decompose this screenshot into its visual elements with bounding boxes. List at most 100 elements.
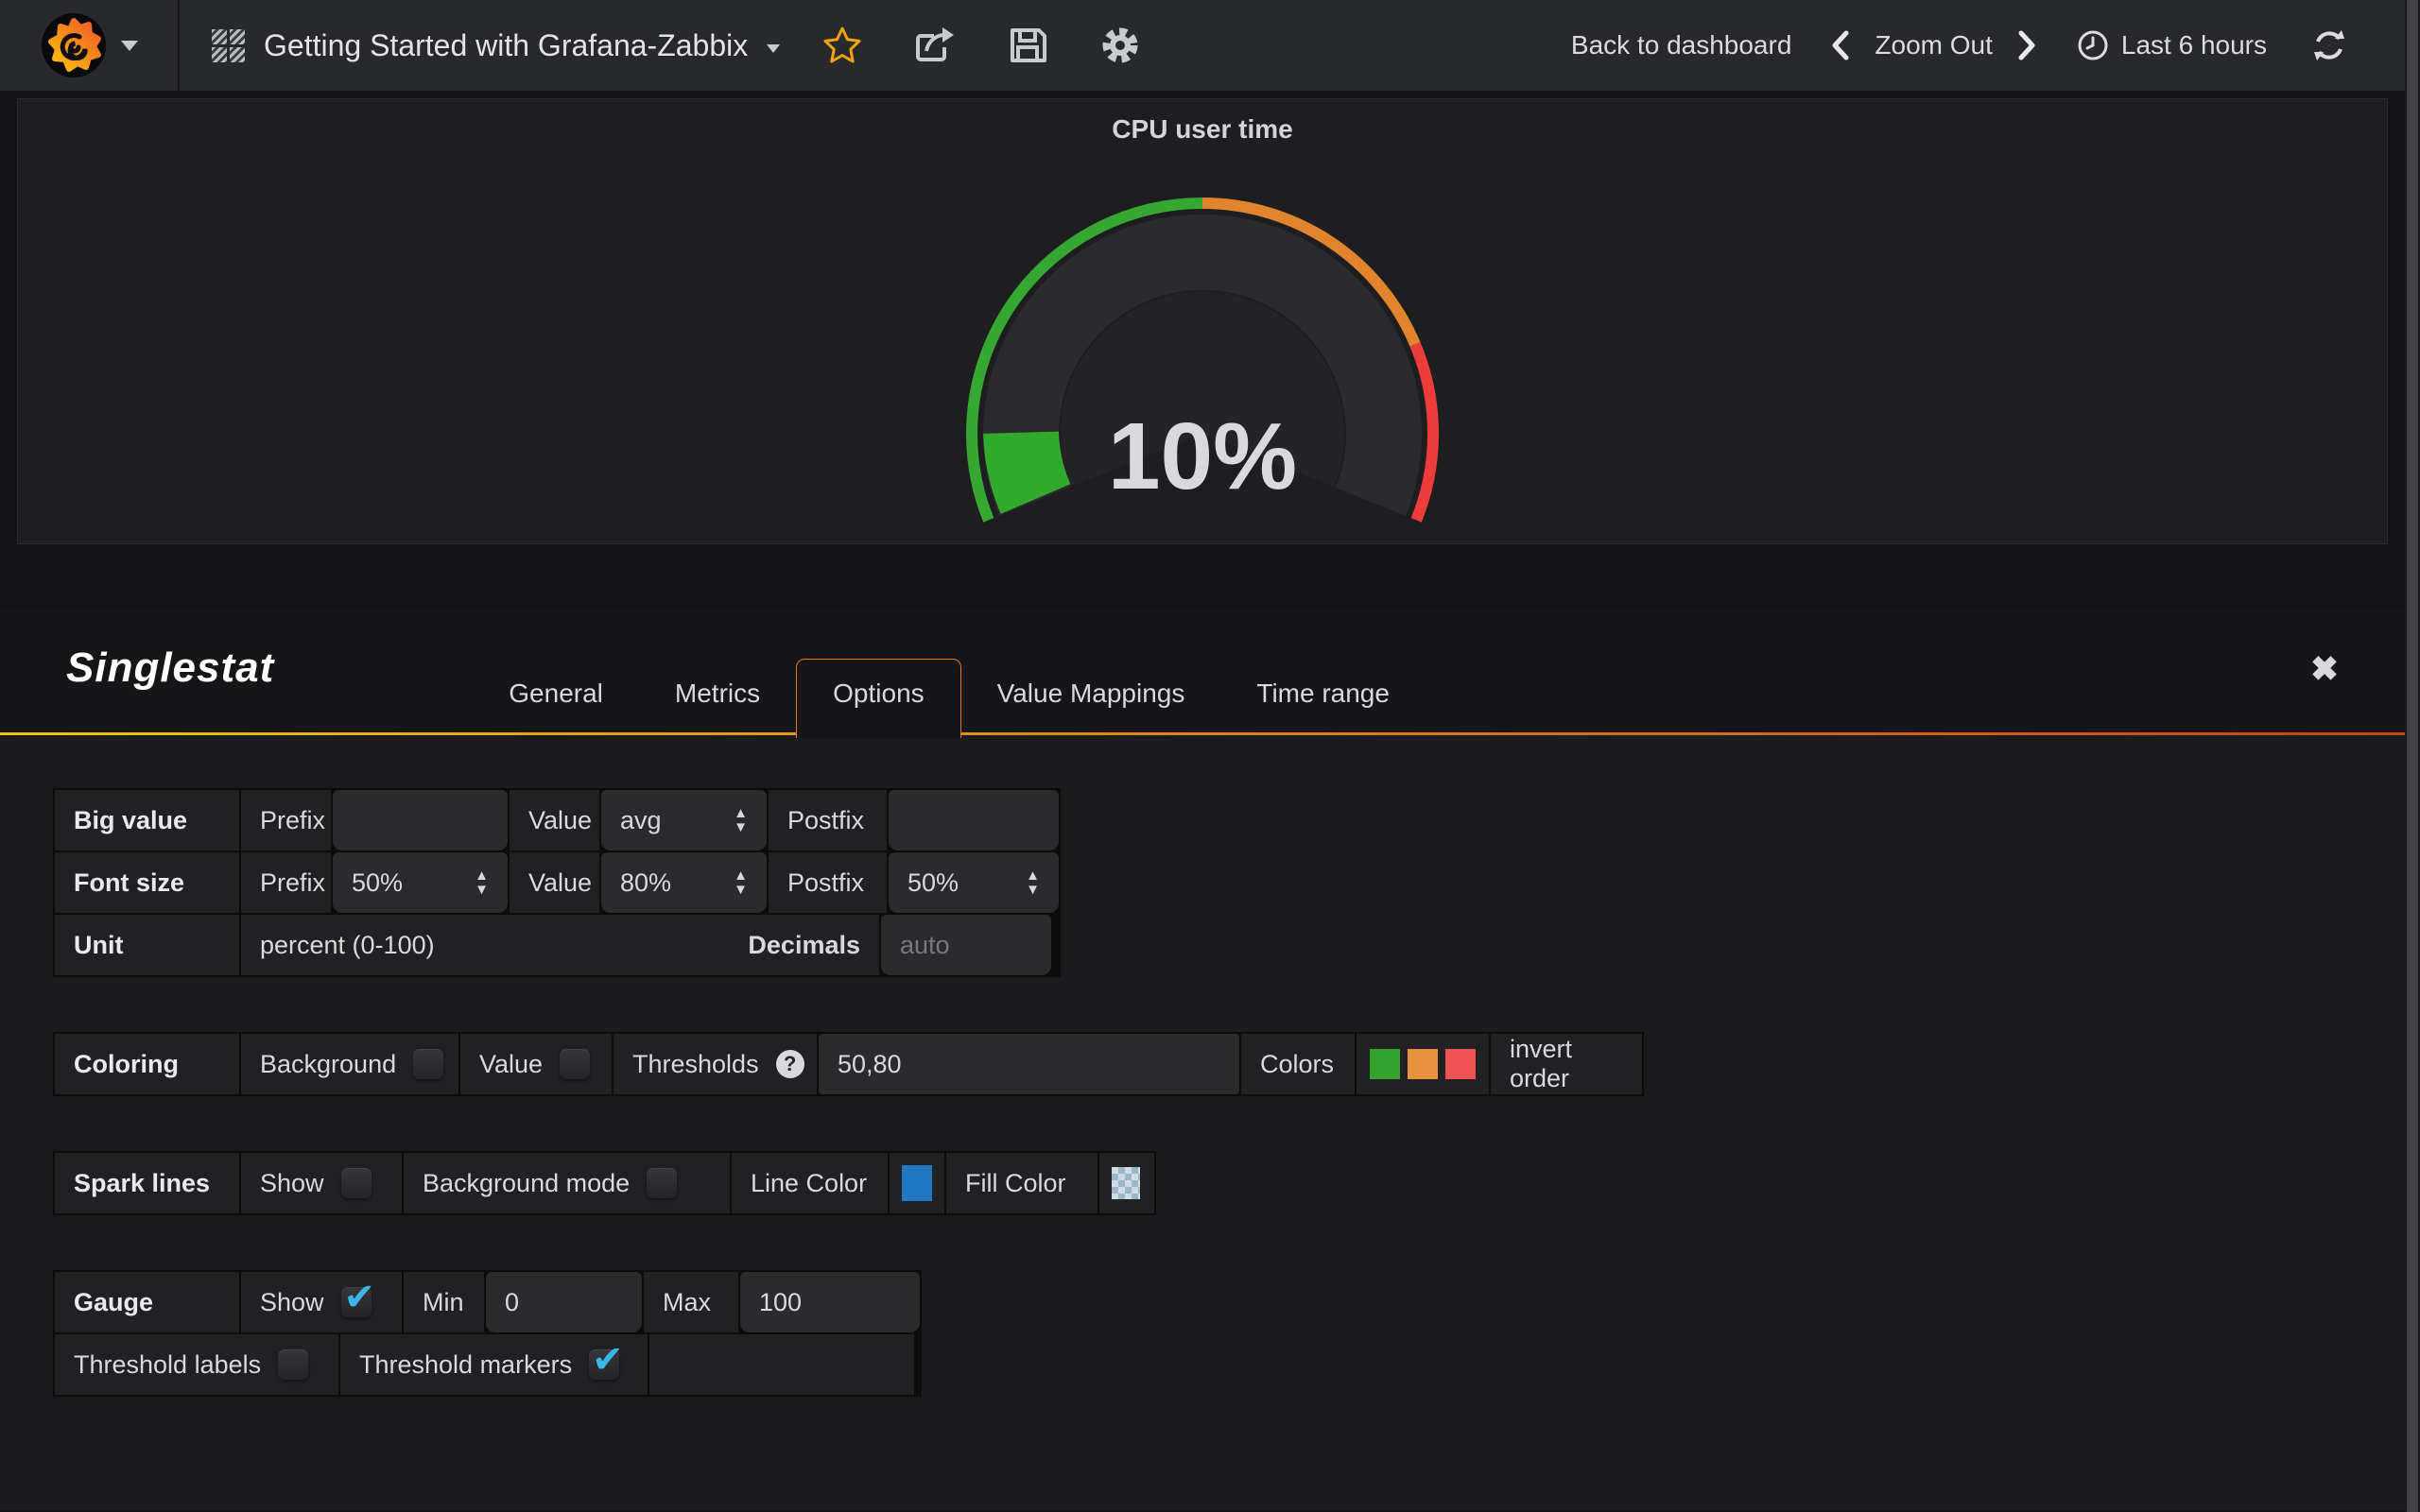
empty-cell [649,1334,914,1395]
singlestat-panel: CPU user time 10% [17,98,2388,544]
value-options-table: Big value Prefix Value avg ▲▼ Postfix Fo… [53,788,1061,977]
value-select[interactable]: avg ▲▼ [601,790,767,850]
top-navbar: Getting Started with Grafana-Zabbix [0,0,2405,91]
spinner-icon[interactable]: ▲▼ [1026,869,1040,896]
background-label: Background [260,1050,396,1079]
settings-button[interactable] [1098,23,1143,68]
spinner-icon[interactable]: ▲▼ [734,869,748,896]
tab-time-range[interactable]: Time range [1220,660,1426,735]
color-swatch-green[interactable] [1370,1049,1400,1079]
editor-title: Singlestat [66,644,274,692]
zoom-out-button[interactable]: Zoom Out [1875,30,1992,60]
spinner-icon[interactable]: ▲▼ [475,869,489,896]
back-to-dashboard-button[interactable]: Back to dashboard [1571,30,1792,60]
fill-color-swatch[interactable] [1112,1167,1140,1199]
clock-icon [2076,28,2110,62]
spark-lines-table: Spark lines Show Background mode Line Co… [53,1151,1156,1215]
postfix-input[interactable] [889,790,1059,850]
gauge-show-checkbox[interactable]: ✔ [341,1287,372,1317]
save-icon [1007,25,1048,66]
chevron-right-icon[interactable] [2017,30,2036,60]
min-input[interactable]: 0 [486,1272,642,1332]
refresh-button[interactable] [2307,23,2352,68]
chevron-left-icon[interactable] [1831,30,1850,60]
tab-value-mappings[interactable]: Value Mappings [961,660,1221,735]
fill-color-label: Fill Color [946,1153,1098,1213]
chevron-down-icon [767,44,780,53]
background-checkbox[interactable] [413,1049,443,1079]
prefix-input[interactable] [333,790,508,850]
tab-metrics[interactable]: Metrics [639,660,796,735]
panel-title[interactable]: CPU user time [18,99,2387,145]
check-icon: ✔ [344,1276,376,1319]
show-checkbox[interactable] [341,1168,372,1198]
share-icon [913,25,957,66]
dashboard-title-dropdown[interactable]: Getting Started with Grafana-Zabbix [180,0,780,91]
spinner-icon[interactable]: ▲▼ [734,807,748,833]
min-label: Min [404,1272,484,1332]
grafana-logo-icon [40,11,108,79]
value-checkbox[interactable] [560,1049,590,1079]
star-icon [821,25,863,66]
time-range-picker[interactable]: Last 6 hours [2076,28,2267,62]
value-label: Value [510,790,599,850]
panel-editor: Singlestat General Metrics Options Value… [0,607,2405,1510]
tab-underline [0,732,2405,735]
share-button[interactable] [912,23,958,68]
spark-lines-label: Spark lines [55,1153,239,1213]
postfix-size-select[interactable]: 50% ▲▼ [889,852,1059,913]
star-button[interactable] [820,23,865,68]
coloring-table: Coloring Background Value Thresholds ? 5… [53,1032,1644,1096]
scrollbar-thumb[interactable] [2407,0,2418,1512]
threshold-labels-label: Threshold labels [74,1350,261,1380]
max-label: Max [644,1272,738,1332]
gauge-table: Gauge Show ✔ Min 0 Max 100 Threshold lab… [53,1270,922,1397]
threshold-labels-checkbox[interactable] [278,1349,308,1380]
value-size-select[interactable]: 80% ▲▼ [601,852,767,913]
threshold-markers-checkbox[interactable]: ✔ [589,1349,619,1380]
threshold-markers-label: Threshold markers [359,1350,572,1380]
prefix-label: Prefix [241,852,331,913]
postfix-label: Postfix [769,790,887,850]
close-icon[interactable]: ✖ [2310,649,2339,689]
save-button[interactable] [1005,23,1050,68]
gauge-label: Gauge [55,1272,239,1332]
background-mode-checkbox[interactable] [647,1168,677,1198]
chevron-down-icon [121,41,138,51]
tab-options[interactable]: Options [796,659,961,738]
gauge-value-text: 10% [1108,404,1297,509]
tab-general[interactable]: General [473,660,639,735]
thresholds-input[interactable]: 50,80 [819,1034,1239,1094]
refresh-icon [2310,26,2348,64]
show-label: Show [260,1169,324,1198]
gauge-value-wedge [1021,433,1036,499]
coloring-label: Coloring [55,1034,239,1094]
prefix-label: Prefix [241,790,331,850]
help-icon[interactable]: ? [776,1050,804,1078]
prefix-size-select[interactable]: 50% ▲▼ [333,852,508,913]
dashboard-title: Getting Started with Grafana-Zabbix [264,28,748,63]
gauge-chart: 10% [843,141,1562,547]
unit-label: Unit [55,915,239,975]
time-range-label: Last 6 hours [2121,30,2267,60]
grafana-menu-button[interactable] [0,0,180,91]
colors-label: Colors [1241,1034,1355,1094]
line-color-swatch[interactable] [902,1165,932,1201]
thresholds-label: Thresholds [632,1050,759,1079]
scrollbar[interactable] [2405,0,2420,1512]
decimals-input[interactable]: auto [881,915,1051,975]
unit-value-dropdown[interactable]: percent (0-100) [260,931,435,960]
decimals-label: Decimals [748,931,860,960]
invert-order-button[interactable]: invert order [1510,1035,1623,1093]
max-input[interactable]: 100 [740,1272,920,1332]
value-label: Value [479,1050,543,1079]
value-label: Value [510,852,599,913]
show-label: Show [260,1288,324,1317]
color-swatch-orange[interactable] [1408,1049,1438,1079]
color-swatch-red[interactable] [1445,1049,1476,1079]
background-mode-label: Background mode [423,1169,630,1198]
gear-icon [1098,24,1142,67]
dashboard-grid-icon [212,29,245,62]
check-icon: ✔ [592,1338,624,1382]
font-size-label: Font size [55,852,239,913]
